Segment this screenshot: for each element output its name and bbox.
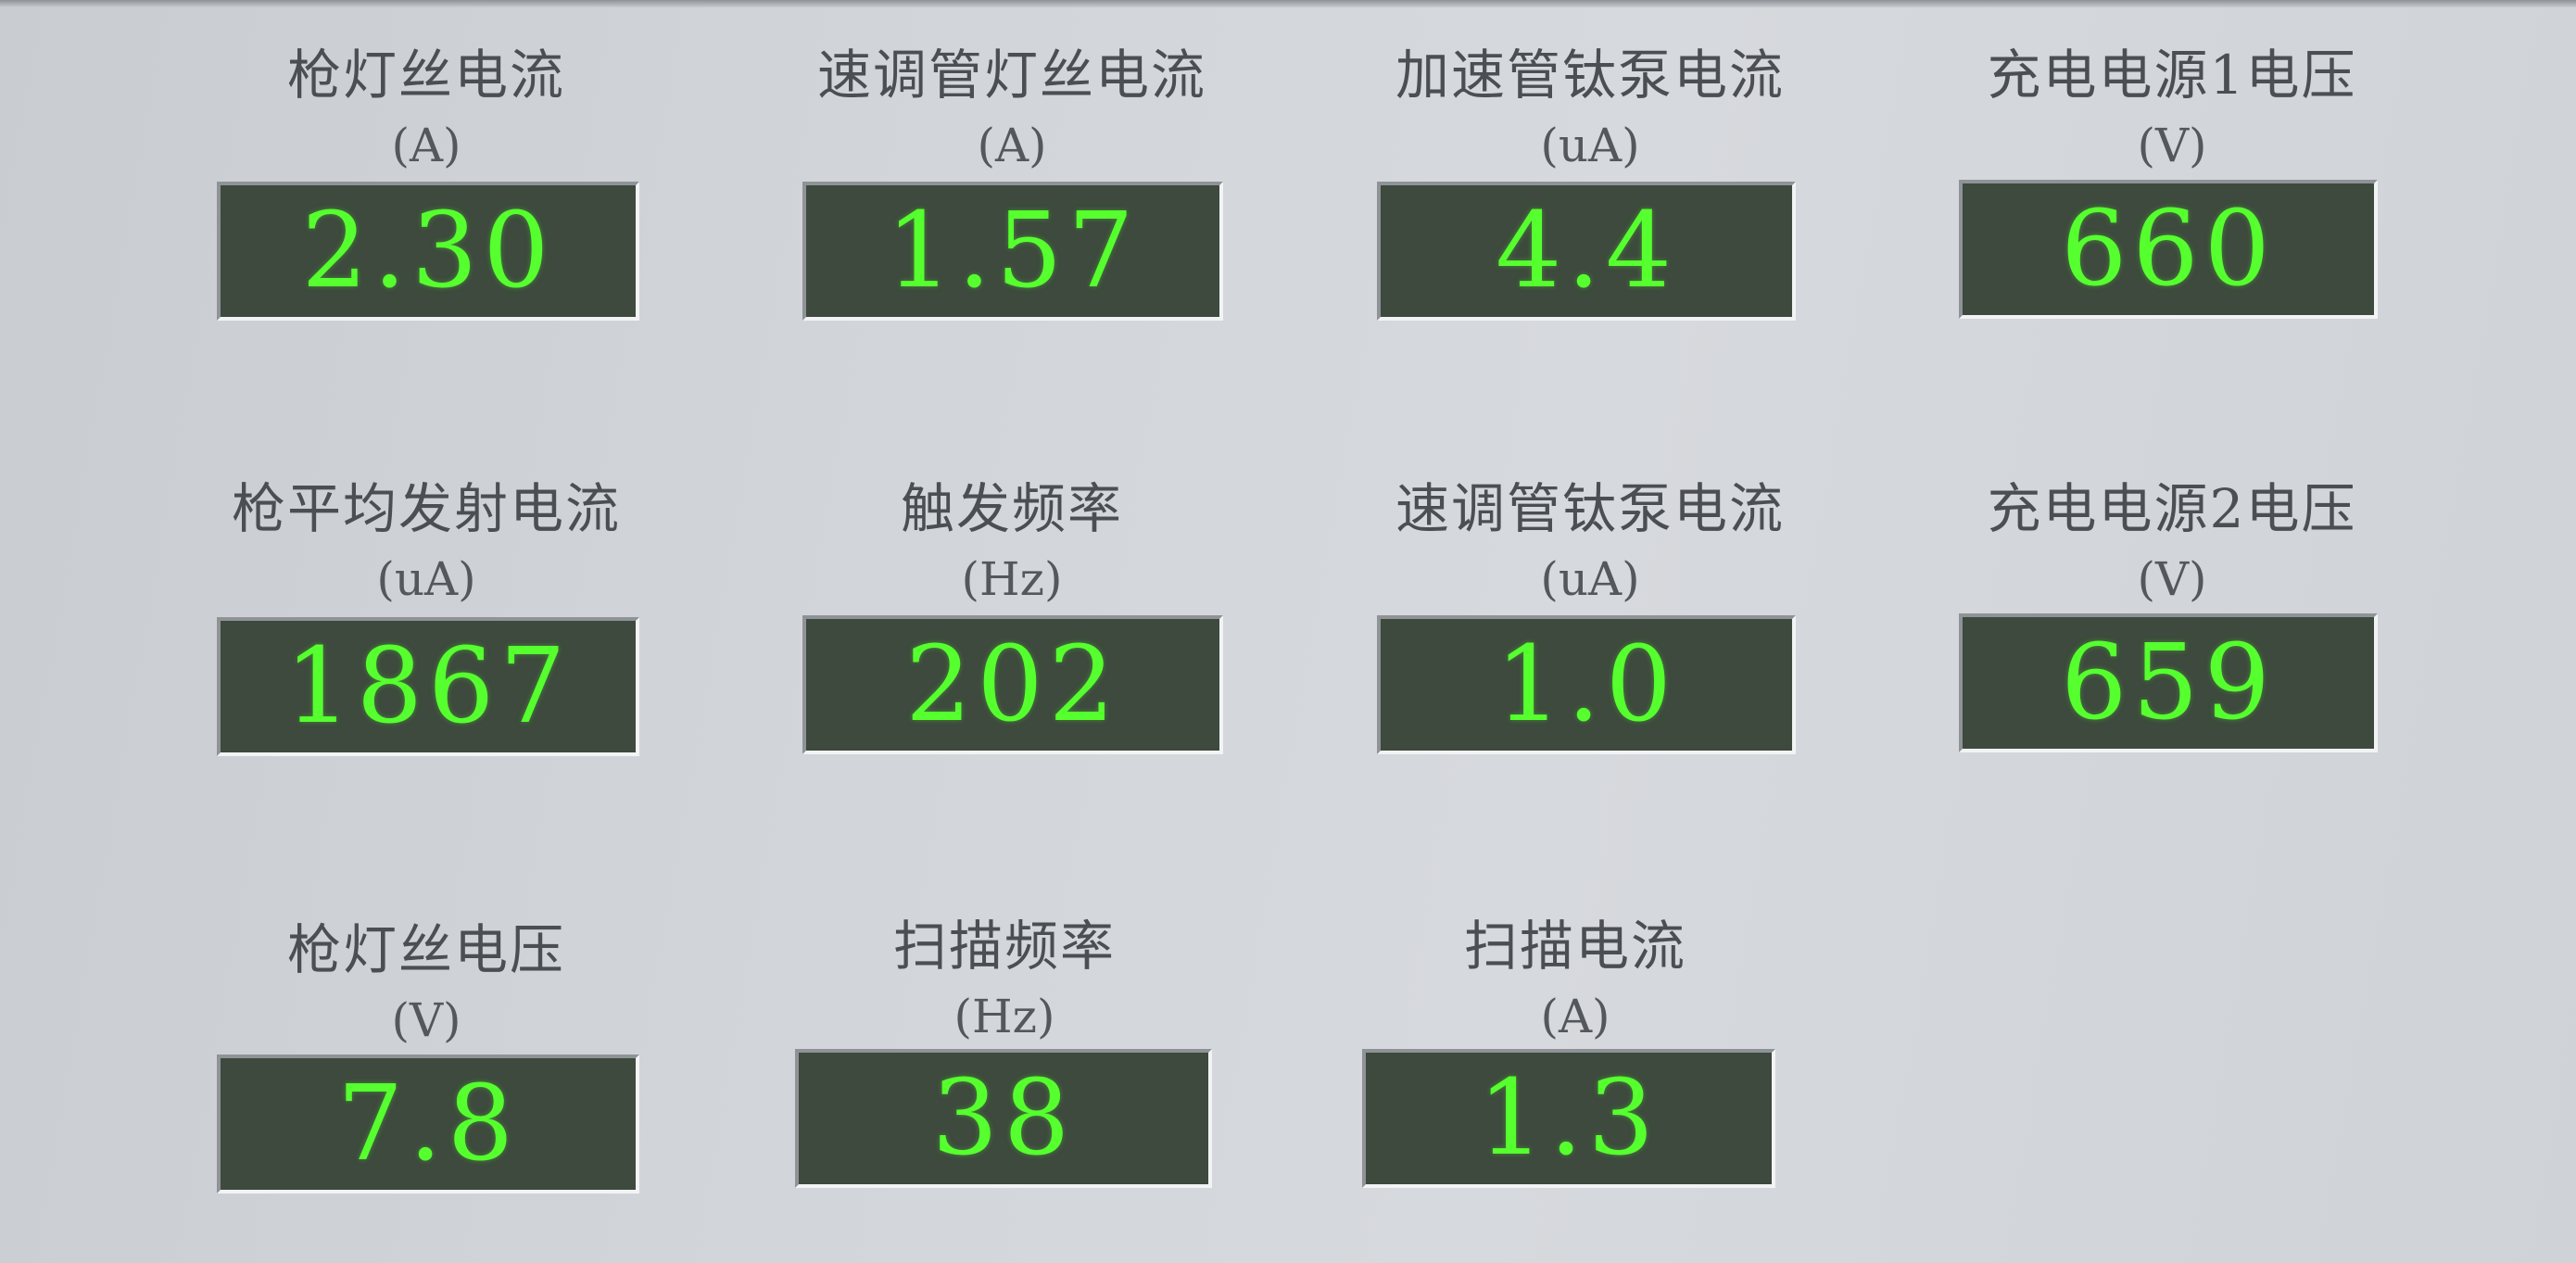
readout-unit: (uA)	[1540, 119, 1640, 172]
readout-label: 加速管钛泵电流	[1395, 44, 1785, 107]
readout-display: 1.3	[1362, 1049, 1775, 1188]
readout-unit: (uA)	[1540, 552, 1640, 606]
readout-display: 1.57	[802, 182, 1223, 321]
readout-value: 1.57	[886, 191, 1140, 311]
readout-value: 660	[2061, 189, 2276, 309]
readout-value: 4.4	[1495, 191, 1678, 311]
readout-unit: (A)	[977, 119, 1047, 172]
monitor-screen: 枪灯丝电流 (A) 2.30 速调管灯丝电流 (A) 1.57 加速管钛泵电流 …	[0, 0, 2576, 1263]
readout-label: 速调管钛泵电流	[1395, 477, 1785, 540]
readout-label: 枪灯丝电流	[286, 44, 565, 107]
readout-value: 202	[905, 625, 1120, 745]
readout-display: 1867	[217, 617, 639, 756]
readout-label: 充电电源2电压	[1987, 477, 2357, 540]
readout-display: 202	[802, 615, 1223, 754]
readout-display: 659	[1959, 613, 2378, 752]
readout-label: 速调管灯丝电流	[816, 44, 1206, 107]
readout-value: 38	[931, 1058, 1076, 1179]
readout-unit: (V)	[391, 993, 461, 1047]
readout-value: 659	[2061, 623, 2276, 743]
readout-unit: (A)	[391, 119, 461, 172]
readout-value: 2.30	[301, 191, 555, 311]
readout-display: 7.8	[217, 1055, 639, 1194]
readout-display: 38	[795, 1049, 1212, 1188]
readout-label: 枪平均发射电流	[231, 477, 621, 540]
readout-unit: (V)	[2137, 119, 2207, 172]
readout-label: 扫描电流	[1463, 915, 1686, 978]
readout-unit: (Hz)	[953, 990, 1055, 1043]
readout-unit: (Hz)	[961, 552, 1063, 606]
readout-label: 枪灯丝电压	[286, 918, 565, 981]
readout-unit: (V)	[2137, 552, 2207, 606]
readout-value: 1867	[284, 626, 572, 747]
readout-label: 触发频率	[900, 477, 1123, 540]
readout-value: 7.8	[336, 1064, 520, 1184]
readout-label: 扫描频率	[892, 915, 1116, 978]
readout-unit: (uA)	[376, 552, 476, 606]
readout-label: 充电电源1电压	[1987, 44, 2357, 107]
readout-display: 1.0	[1377, 615, 1796, 754]
readout-value: 1.0	[1495, 625, 1678, 745]
readout-unit: (A)	[1540, 990, 1610, 1043]
readout-display: 660	[1959, 180, 2378, 319]
screen-bezel	[0, 0, 2576, 7]
readout-display: 2.30	[217, 182, 639, 321]
readout-display: 4.4	[1377, 182, 1796, 321]
readout-value: 1.3	[1477, 1058, 1661, 1179]
